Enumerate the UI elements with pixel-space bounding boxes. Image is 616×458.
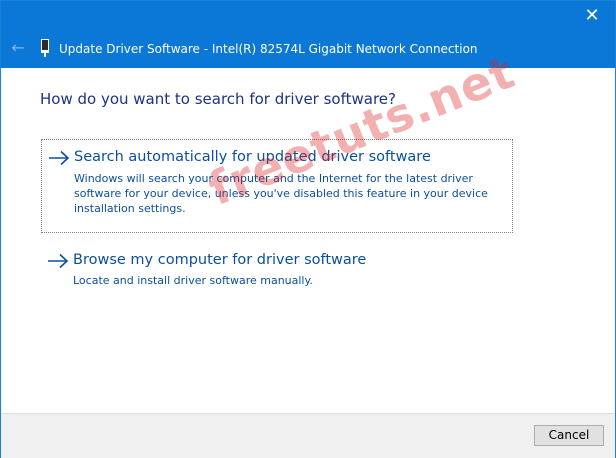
update-driver-dialog: ✕ ← Update Driver Software - Intel(R) 82… <box>0 0 616 458</box>
arrow-right-icon <box>48 253 69 269</box>
device-icon <box>41 39 49 57</box>
option-description: Windows will search your computer and th… <box>74 172 488 215</box>
back-button[interactable]: ← <box>9 39 27 57</box>
cancel-button[interactable]: Cancel <box>534 425 604 446</box>
option-description: Locate and install driver software manua… <box>73 274 313 287</box>
close-icon: ✕ <box>584 5 600 26</box>
close-button[interactable]: ✕ <box>569 1 615 33</box>
dialog-content: How do you want to search for driver sof… <box>1 68 615 413</box>
option-title: Browse my computer for driver software <box>73 252 367 268</box>
search-automatically-option[interactable]: Search automatically for updated driver … <box>41 139 513 233</box>
page-heading: How do you want to search for driver sof… <box>40 90 396 108</box>
window-title: Update Driver Software - Intel(R) 82574L… <box>59 42 478 56</box>
title-bar: ✕ ← Update Driver Software - Intel(R) 82… <box>1 1 615 68</box>
arrow-right-icon <box>49 150 70 166</box>
back-arrow-icon: ← <box>11 38 25 57</box>
option-title: Search automatically for updated driver … <box>74 149 431 165</box>
browse-computer-option[interactable]: Browse my computer for driver software L… <box>41 243 513 299</box>
dialog-footer: Cancel <box>1 413 615 458</box>
